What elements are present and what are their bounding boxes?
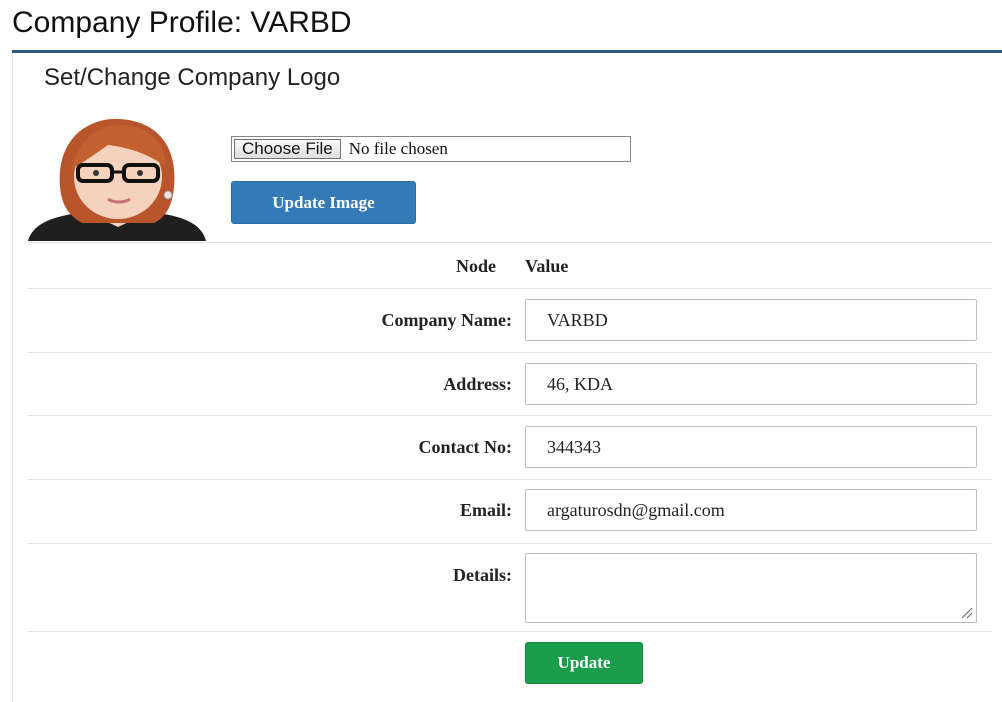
details-textarea[interactable] xyxy=(525,553,977,623)
logo-section-title: Set/Change Company Logo xyxy=(44,64,341,91)
table-divider xyxy=(28,479,992,480)
company-name-label: Company Name: xyxy=(381,310,513,330)
contact-no-label: Contact No: xyxy=(418,437,512,457)
table-divider xyxy=(28,288,992,289)
choose-file-button[interactable]: Choose File xyxy=(234,139,341,159)
address-input[interactable]: 46, KDA xyxy=(525,363,977,405)
logo-file-input[interactable]: Choose File No file chosen xyxy=(231,136,631,162)
column-header-value: Value xyxy=(525,256,569,276)
resize-grip-icon[interactable] xyxy=(961,607,973,619)
email-label: Email: xyxy=(460,500,512,520)
table-divider xyxy=(28,242,992,243)
column-header-node: Node xyxy=(456,256,496,276)
details-label: Details: xyxy=(453,565,512,585)
table-divider xyxy=(28,631,992,632)
avatar-icon xyxy=(28,118,206,241)
file-status-text: No file chosen xyxy=(348,139,448,158)
company-name-input[interactable]: VARBD xyxy=(525,299,977,341)
table-divider xyxy=(28,543,992,544)
company-logo-image xyxy=(28,117,206,241)
contact-no-input[interactable]: 344343 xyxy=(525,426,977,468)
table-divider xyxy=(28,352,992,353)
table-divider xyxy=(28,415,992,416)
page-title: Company Profile: VARBD xyxy=(12,6,352,39)
update-image-button[interactable]: Update Image xyxy=(231,181,416,224)
email-input[interactable]: argaturosdn@gmail.com xyxy=(525,489,977,531)
update-button[interactable]: Update xyxy=(525,642,643,684)
address-label: Address: xyxy=(443,374,512,394)
